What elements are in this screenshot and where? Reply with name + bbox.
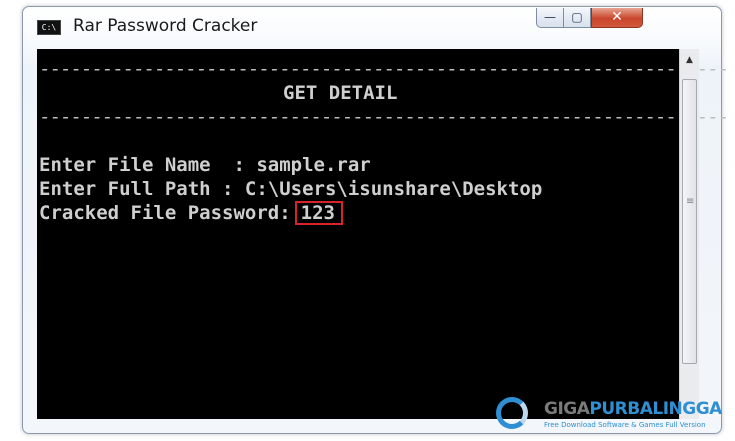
full-path-line: Enter Full Path : C:\Users\isunshare\Des…	[39, 178, 543, 200]
console-heading: GET DETAIL	[283, 82, 398, 104]
console-output[interactable]: ----------------------------------------…	[37, 49, 729, 419]
close-button[interactable]: ✕	[591, 8, 643, 28]
console-app-icon[interactable]: C:\	[37, 20, 61, 35]
cracked-password-label: Cracked File Password:	[39, 202, 291, 224]
title-bar[interactable]: C:\ Rar Password Cracker — ▢ ✕	[23, 7, 721, 47]
minimize-button[interactable]: —	[536, 8, 564, 28]
cracked-password-line: Cracked File Password: 123	[39, 201, 728, 225]
dash-separator-top: ----------------------------------------…	[39, 58, 729, 80]
scroll-thumb[interactable]: ≡	[682, 79, 697, 364]
window-title: Rar Password Cracker	[73, 16, 258, 36]
cracked-password-value: 123	[294, 201, 343, 225]
vertical-scrollbar[interactable]: ▲ ≡	[679, 49, 699, 419]
watermark-tagline: Free Download Software & Games Full Vers…	[544, 421, 706, 429]
console-text: ----------------------------------------…	[39, 57, 729, 225]
maximize-button[interactable]: ▢	[563, 8, 591, 28]
watermark-logo-icon	[496, 397, 528, 429]
dash-separator-bottom: ----------------------------------------…	[39, 106, 729, 128]
file-name-line: Enter File Name : sample.rar	[39, 154, 371, 176]
watermark-brand: GIGAPURBALINGGA	[544, 399, 722, 419]
console-window: C:\ Rar Password Cracker — ▢ ✕ ---------…	[22, 6, 729, 434]
grip-icon: ≡	[686, 196, 695, 207]
scroll-up-arrow-icon[interactable]: ▲	[680, 55, 699, 65]
watermark: GIGAPURBALINGGA Free Download Software &…	[496, 395, 726, 437]
